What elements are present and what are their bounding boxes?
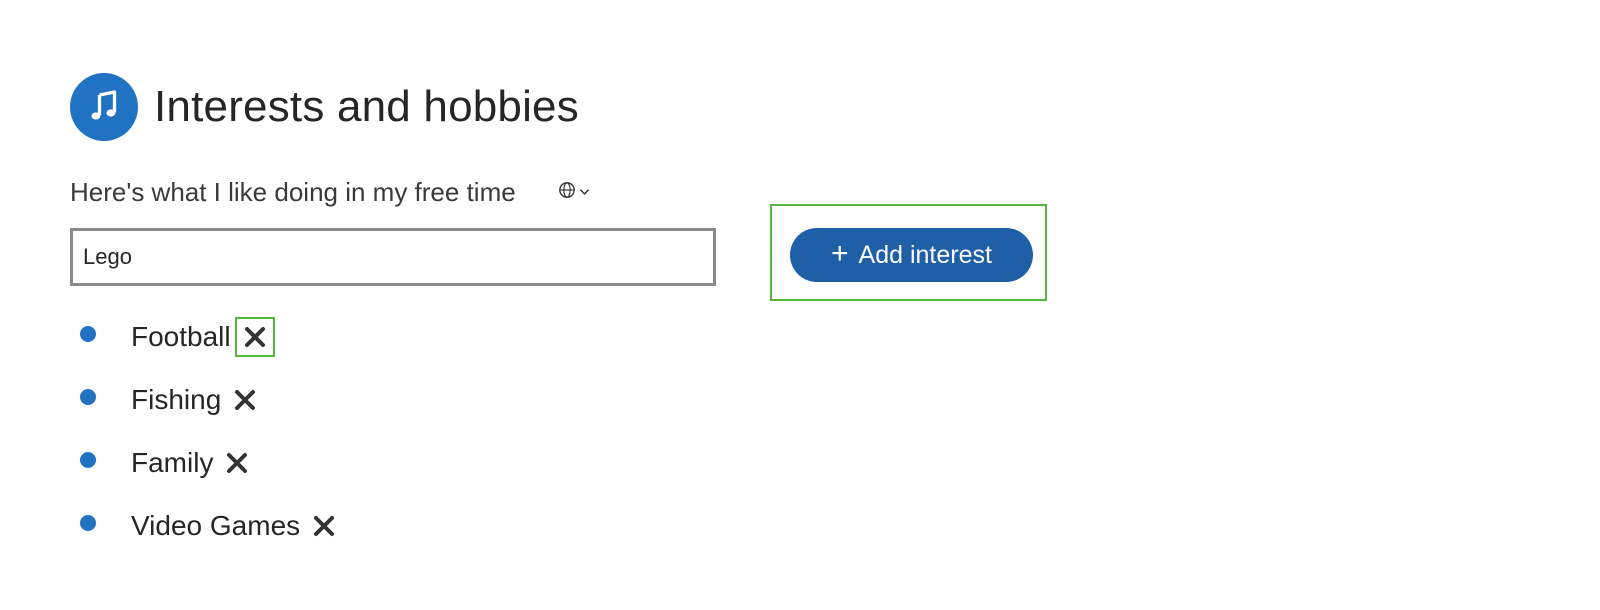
interests-page: Interests and hobbies Here's what I like… bbox=[0, 0, 1600, 610]
remove-interest-button[interactable] bbox=[304, 506, 344, 546]
remove-interest-button[interactable] bbox=[217, 443, 257, 483]
section-subtitle: Here's what I like doing in my free time bbox=[70, 176, 516, 207]
music-note-icon bbox=[70, 73, 138, 141]
list-item: Family bbox=[78, 431, 344, 494]
plus-icon: + bbox=[831, 237, 849, 270]
section-header: Interests and hobbies bbox=[70, 73, 579, 141]
add-interest-button[interactable]: + Add interest bbox=[790, 228, 1033, 282]
interest-label: Football bbox=[131, 320, 231, 352]
interest-list: Football Fishing Family Video Games bbox=[78, 305, 344, 557]
visibility-dropdown[interactable] bbox=[554, 179, 594, 206]
interest-input-container bbox=[70, 228, 716, 286]
list-item: Football bbox=[78, 305, 344, 368]
page-title: Interests and hobbies bbox=[154, 82, 579, 131]
close-icon bbox=[244, 326, 265, 347]
list-item: Fishing bbox=[78, 368, 344, 431]
interest-label: Family bbox=[131, 446, 214, 478]
close-icon bbox=[235, 389, 256, 410]
list-item: Video Games bbox=[78, 494, 344, 557]
bullet-icon bbox=[80, 514, 96, 531]
remove-interest-button[interactable] bbox=[225, 380, 265, 420]
interest-label: Video Games bbox=[131, 509, 301, 541]
subtitle-row: Here's what I like doing in my free time bbox=[70, 174, 594, 210]
interest-label: Fishing bbox=[131, 383, 222, 415]
close-icon bbox=[314, 515, 335, 536]
bullet-icon bbox=[80, 325, 96, 342]
add-interest-label: Add interest bbox=[858, 240, 992, 269]
remove-interest-button[interactable] bbox=[234, 316, 275, 357]
interest-input[interactable] bbox=[73, 231, 713, 283]
bullet-icon bbox=[80, 388, 96, 405]
chevron-down-icon bbox=[579, 183, 590, 201]
globe-icon bbox=[558, 181, 576, 204]
close-icon bbox=[227, 452, 248, 473]
bullet-icon bbox=[80, 451, 96, 468]
